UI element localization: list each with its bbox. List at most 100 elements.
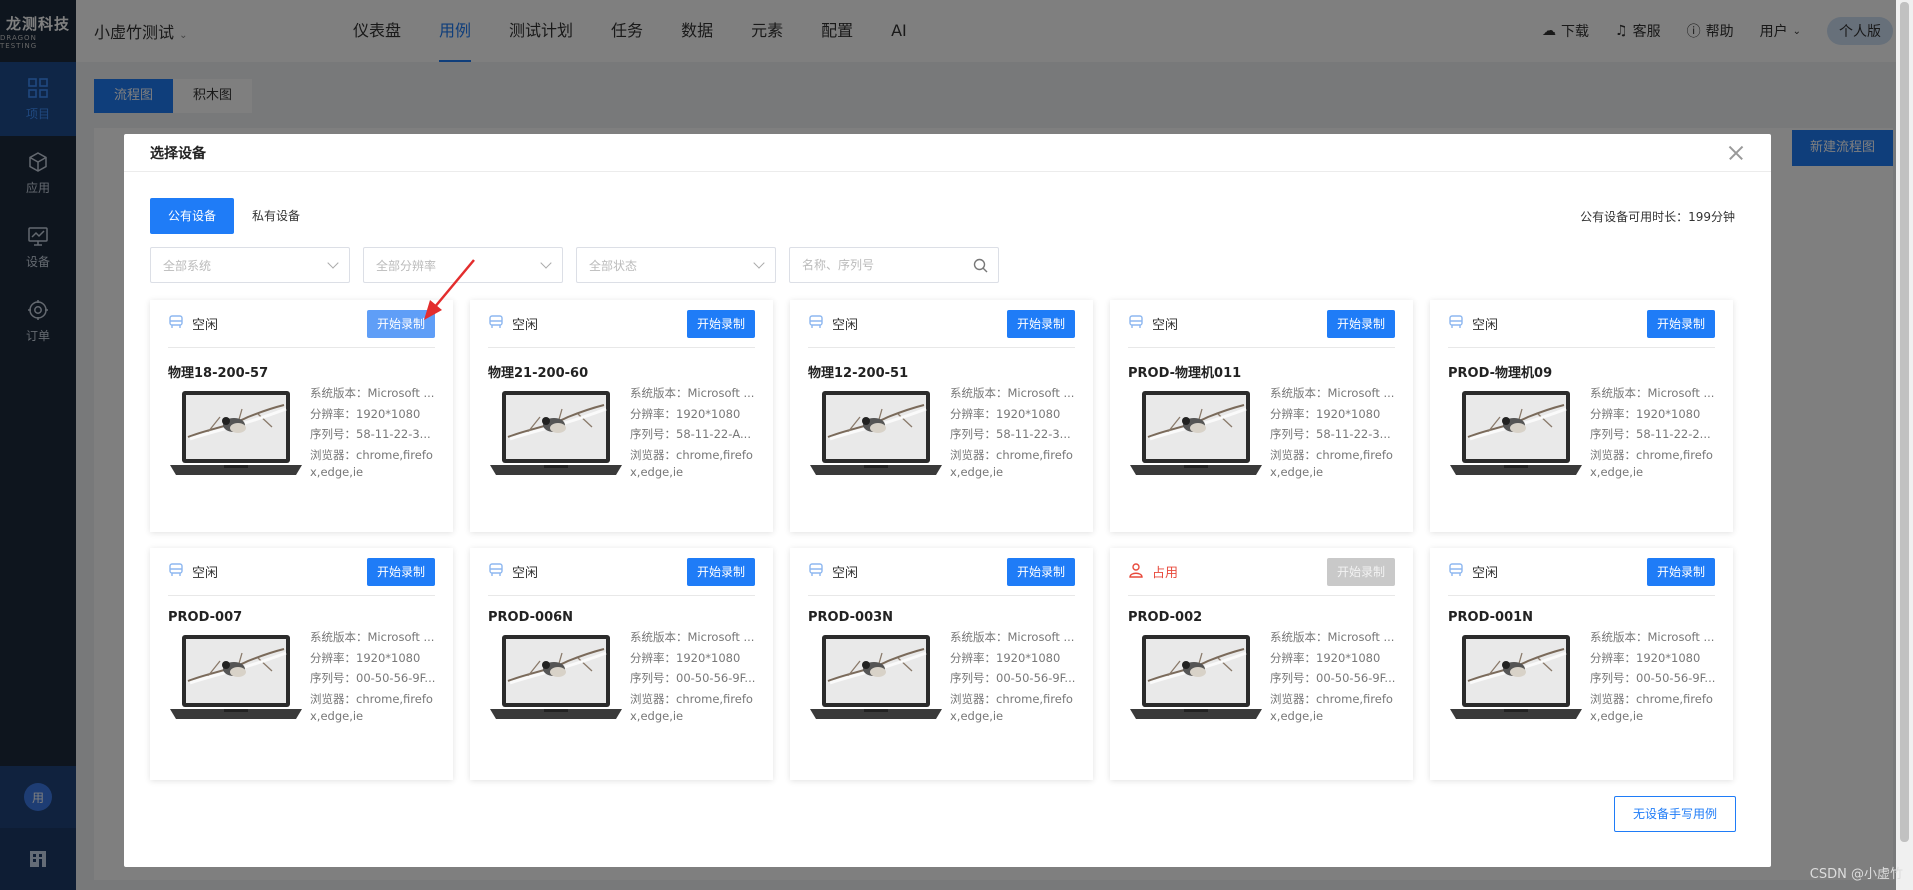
device-resolution: 分辨率：1920*1080 [950,650,1061,665]
device-info: 系统版本：Microsoft ... 分辨率：1920*1080 序列号：00-… [950,627,1075,731]
device-info: 系统版本：Microsoft ... 分辨率：1920*1080 序列号：00-… [1270,627,1395,731]
device-serial: 序列号：58-11-22-3... [1270,427,1391,441]
device-info: 系统版本：Microsoft ... 分辨率：1920*1080 序列号：00-… [630,627,755,731]
device-info: 系统版本：Microsoft ... 分辨率：1920*1080 序列号：58-… [1590,383,1715,487]
start-record-button[interactable]: 开始录制 [366,557,435,586]
device-name: 物理21-200-60 [488,366,589,381]
idle-device-icon [1448,314,1464,334]
idle-device-icon [168,314,184,334]
device-card-5: 空闲 开始录制 PROD-物理机09 系统版本：Microsoft ... 分辨… [1430,300,1733,532]
idle-device-icon [808,562,824,582]
device-card-body: 系统版本：Microsoft ... 分辨率：1920*1080 序列号：00-… [168,627,435,731]
close-icon[interactable] [1727,144,1745,162]
laptop-image [1448,387,1584,487]
start-record-button[interactable]: 开始录制 [686,309,755,338]
device-resolution: 分辨率：1920*1080 [1590,406,1701,421]
device-name: PROD-003N [808,610,894,625]
device-os: 系统版本：Microsoft ... [630,630,755,644]
filter-bar: 全部系统 全部分辨率 全部状态 [150,247,999,283]
device-serial: 序列号：00-50-56-9F... [1590,671,1716,685]
device-status: 空闲 [1472,318,1499,333]
system-select[interactable]: 全部系统 [150,247,350,283]
device-resolution: 分辨率：1920*1080 [1270,650,1381,665]
laptop-image [808,631,944,731]
laptop-image [1128,631,1264,731]
chevron-down-icon [540,257,552,269]
scrollbar-thumb[interactable] [1900,2,1909,842]
device-info: 系统版本：Microsoft ... 分辨率：1920*1080 序列号：58-… [630,383,755,487]
public-quota: 公有设备可用时长：199分钟 [1580,210,1735,224]
device-os: 系统版本：Microsoft ... [950,630,1075,644]
device-serial: 序列号：58-11-22-2... [1590,427,1711,441]
device-serial: 序列号：58-11-22-A... [630,427,751,441]
search-input[interactable] [802,258,962,272]
device-grid: 空闲 开始录制 物理18-200-57 系统版本：Microsoft ... 分… [150,300,1733,780]
device-status: 空闲 [832,318,859,333]
start-record-button[interactable]: 开始录制 [1006,557,1075,586]
page-scrollbar[interactable] [1896,0,1913,890]
device-card-header: 空闲 开始录制 [808,300,1075,348]
device-name: PROD-002 [1128,610,1203,625]
device-card-body: 系统版本：Microsoft ... 分辨率：1920*1080 序列号：00-… [488,627,755,731]
device-card-header: 空闲 开始录制 [808,548,1075,596]
device-name: 物理12-200-51 [808,366,909,381]
idle-device-icon [1448,562,1464,582]
device-card-header: 空闲 开始录制 [488,548,755,596]
search-icon[interactable] [973,258,988,273]
device-os: 系统版本：Microsoft ... [310,630,435,644]
device-card-10: 空闲 开始录制 PROD-001N 系统版本：Microsoft ... 分辨率… [1430,548,1733,780]
tab-private-devices[interactable]: 私有设备 [234,198,318,234]
device-name: PROD-007 [168,610,243,625]
laptop-image [168,631,304,731]
dialog-title: 选择设备 [150,145,206,162]
device-card-body: 系统版本：Microsoft ... 分辨率：1920*1080 序列号：00-… [808,627,1075,731]
device-card-body: 系统版本：Microsoft ... 分辨率：1920*1080 序列号：58-… [808,383,1075,487]
device-resolution: 分辨率：1920*1080 [630,650,741,665]
search-box [789,247,999,283]
laptop-image [168,387,304,487]
start-record-button[interactable]: 开始录制 [686,557,755,586]
device-card-1: 空闲 开始录制 物理18-200-57 系统版本：Microsoft ... 分… [150,300,453,532]
device-browser: 浏览器：chrome,firefox,edge,ie [630,447,753,479]
device-card-body: 系统版本：Microsoft ... 分辨率：1920*1080 序列号：58-… [168,383,435,487]
device-info: 系统版本：Microsoft ... 分辨率：1920*1080 序列号：58-… [310,383,435,487]
device-name: PROD-物理机011 [1128,366,1242,381]
device-serial: 序列号：00-50-56-9F... [630,671,756,685]
device-status: 空闲 [1472,566,1499,581]
device-info: 系统版本：Microsoft ... 分辨率：1920*1080 序列号：58-… [950,383,1075,487]
laptop-image [488,387,624,487]
device-info: 系统版本：Microsoft ... 分辨率：1920*1080 序列号：58-… [1270,383,1395,487]
start-record-button[interactable]: 开始录制 [1646,557,1715,586]
dialog-header: 选择设备 [124,134,1771,172]
device-serial: 序列号：00-50-56-9F... [1270,671,1396,685]
device-info: 系统版本：Microsoft ... 分辨率：1920*1080 序列号：00-… [310,627,435,731]
device-os: 系统版本：Microsoft ... [1270,386,1395,400]
device-browser: 浏览器：chrome,firefox,edge,ie [1270,691,1393,723]
start-record-button[interactable]: 开始录制 [1006,309,1075,338]
device-browser: 浏览器：chrome,firefox,edge,ie [950,447,1073,479]
manual-case-button[interactable]: 无设备手写用例 [1613,796,1736,832]
device-serial: 序列号：00-50-56-9F... [950,671,1076,685]
device-status: 空闲 [192,318,219,333]
device-card-header: 空闲 开始录制 [168,300,435,348]
device-info: 系统版本：Microsoft ... 分辨率：1920*1080 序列号：00-… [1590,627,1715,731]
status-select[interactable]: 全部状态 [576,247,776,283]
device-resolution: 分辨率：1920*1080 [950,406,1061,421]
user-busy-icon [1128,562,1144,582]
device-os: 系统版本：Microsoft ... [1590,386,1715,400]
device-card-header: 空闲 开始录制 [1128,300,1395,348]
start-record-button[interactable]: 开始录制 [1326,309,1395,338]
device-os: 系统版本：Microsoft ... [1590,630,1715,644]
device-card-body: 系统版本：Microsoft ... 分辨率：1920*1080 序列号：58-… [488,383,755,487]
device-serial: 序列号：58-11-22-3... [310,427,431,441]
idle-device-icon [488,562,504,582]
device-browser: 浏览器：chrome,firefox,edge,ie [950,691,1073,723]
device-status: 占用 [1152,566,1179,581]
device-status: 空闲 [1152,318,1179,333]
tab-public-devices[interactable]: 公有设备 [150,198,235,234]
start-record-button[interactable]: 开始录制 [1646,309,1715,338]
device-card-header: 空闲 开始录制 [1448,548,1715,596]
device-status: 空闲 [832,566,859,581]
laptop-image [488,631,624,731]
device-card-body: 系统版本：Microsoft ... 分辨率：1920*1080 序列号：00-… [1448,627,1715,731]
